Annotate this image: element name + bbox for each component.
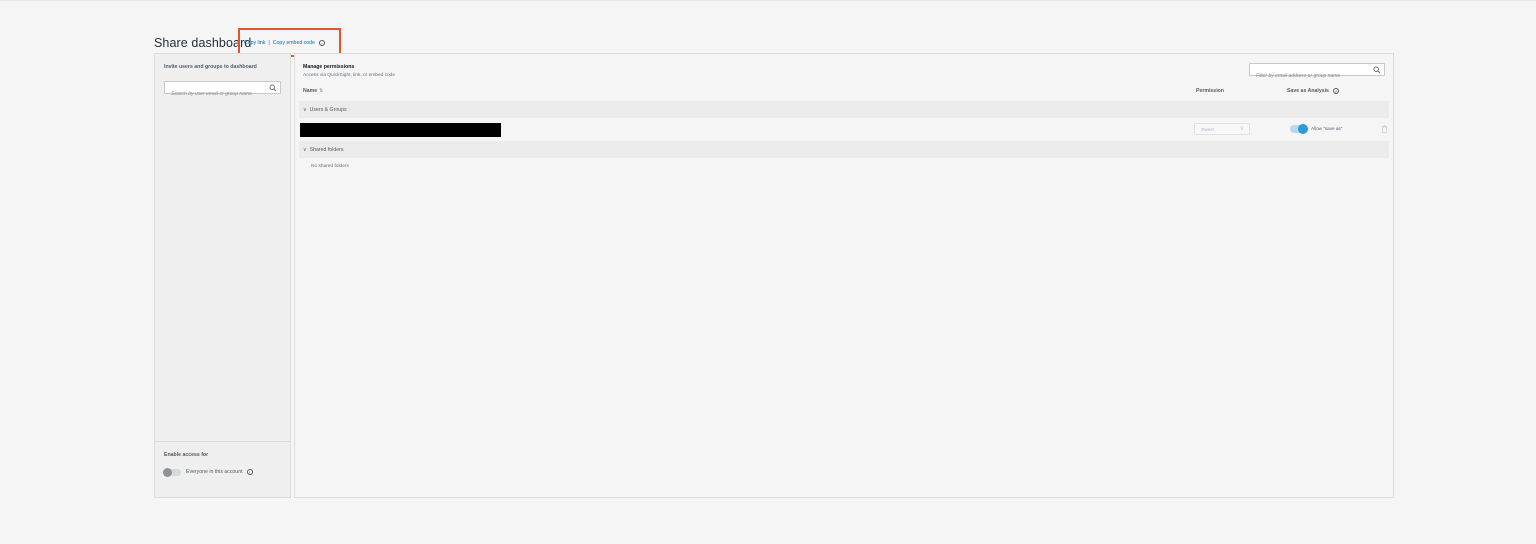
page-title: Share dashboard — [154, 36, 252, 50]
invite-panel: Invite users and groups to dashboard Ena… — [154, 53, 291, 498]
sort-icon[interactable]: ⇅ — [319, 88, 323, 94]
column-save-as-label: Save as Analysis — [1287, 88, 1329, 94]
group-shared-folders[interactable]: ∨ Shared folders — [299, 141, 1389, 158]
everyone-label-row: Everyone in this account i — [186, 469, 253, 475]
column-header-permission: Permission — [1196, 88, 1224, 94]
info-icon[interactable]: i — [246, 469, 253, 475]
permission-value: Owner — [1201, 126, 1215, 132]
top-border — [0, 0, 1536, 1]
table-row: Owner ∨ Allow "save as" — [299, 120, 1389, 139]
group-label: Users & Groups — [309, 106, 347, 113]
permission-select[interactable]: Owner ∨ — [1194, 123, 1250, 135]
allow-save-as-label: Allow "save as" — [1311, 126, 1343, 131]
permissions-title: Manage permissions — [303, 64, 355, 70]
chevron-down-icon: ∨ — [1239, 126, 1244, 132]
trash-icon[interactable] — [1381, 125, 1388, 133]
empty-shared-folders: No shared folders — [311, 164, 349, 169]
chevron-down-icon: ∨ — [303, 106, 307, 113]
everyone-label: Everyone in this account — [186, 469, 243, 475]
title-row: Share dashboard — [154, 34, 251, 52]
column-header-name[interactable]: Name ⇅ — [303, 88, 323, 94]
user-search-box — [164, 81, 281, 100]
allow-save-as-toggle[interactable] — [1290, 124, 1308, 134]
redacted-user-name — [300, 123, 501, 137]
filter-input[interactable] — [1250, 70, 1384, 82]
copy-link-button[interactable]: Copy link — [244, 40, 265, 46]
panel-divider — [155, 441, 290, 442]
enable-access-heading: Enable access for — [164, 452, 209, 458]
invite-heading: Invite users and groups to dashboard — [164, 64, 257, 70]
link-separator: | — [268, 40, 270, 46]
filter-box — [1249, 63, 1385, 82]
everyone-toggle[interactable] — [163, 468, 181, 477]
chevron-down-icon: ∨ — [303, 146, 307, 153]
user-search-input[interactable] — [165, 88, 280, 100]
copy-embed-code-button[interactable]: Copy embed code — [273, 40, 315, 46]
column-name-label: Name — [303, 88, 318, 94]
column-header-save-as: Save as Analysis i — [1287, 88, 1339, 94]
search-icon[interactable] — [269, 84, 277, 92]
info-icon[interactable]: i — [318, 40, 325, 46]
info-icon[interactable]: i — [1332, 88, 1339, 94]
permissions-panel: Manage permissions Access via QuickSight… — [294, 53, 1394, 498]
group-users-and-groups[interactable]: ∨ Users & Groups — [299, 101, 1389, 118]
search-icon[interactable] — [1373, 66, 1381, 74]
group-label: Shared folders — [309, 146, 344, 153]
permissions-subtitle: Access via QuickSight, link, or embed co… — [303, 73, 395, 78]
copy-links: Copy link | Copy embed code i — [244, 40, 325, 46]
